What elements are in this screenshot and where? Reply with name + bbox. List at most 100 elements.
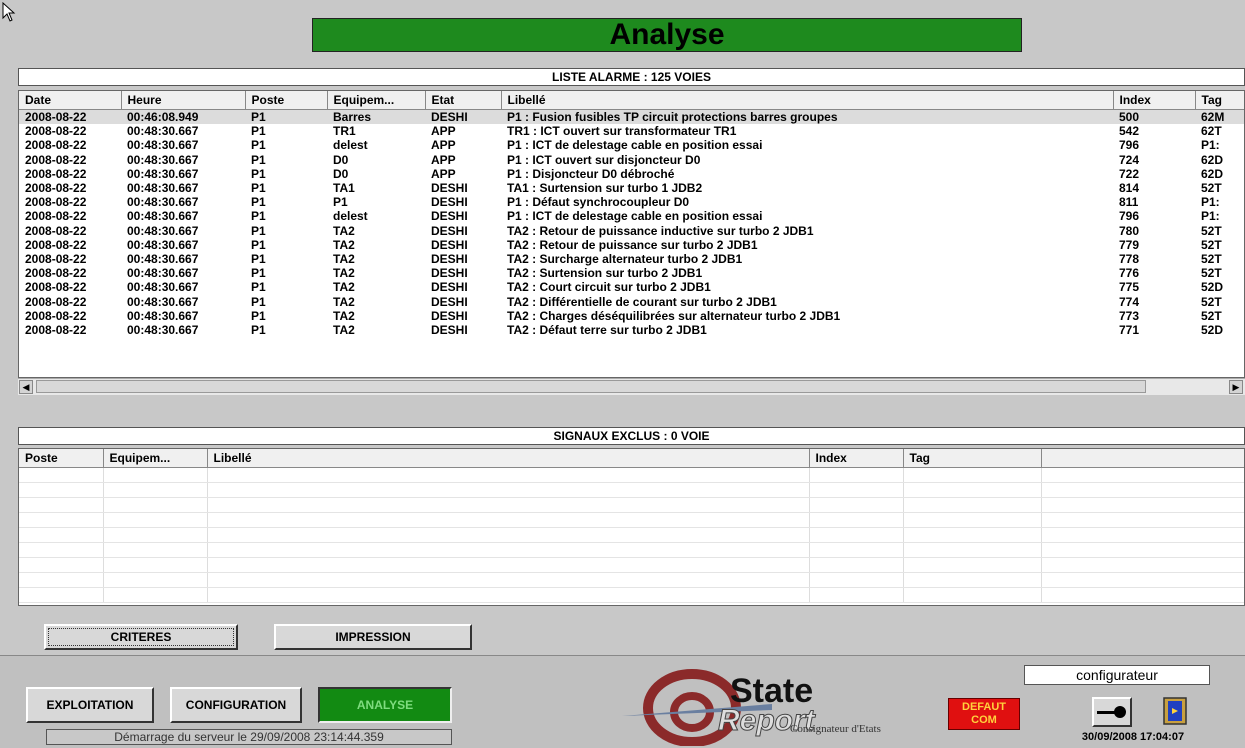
excluded-row[interactable] bbox=[19, 587, 1244, 603]
alarm-row[interactable]: 2008-08-22 00:48:30.667 P1 TA2 DESHI TA2 : Su… bbox=[19, 251, 1244, 266]
criteres-button[interactable]: CRITERES bbox=[44, 624, 238, 650]
excluded-row[interactable] bbox=[19, 542, 1244, 558]
alarm-cell: D0 bbox=[333, 152, 349, 167]
alarm-column-header[interactable]: Date bbox=[19, 91, 122, 110]
alarm-cell: 773 bbox=[1119, 308, 1140, 323]
excluded-cell bbox=[1041, 512, 1244, 528]
excluded-column-header[interactable]: Poste bbox=[19, 449, 104, 468]
alarm-row[interactable]: 2008-08-22 00:48:30.667 P1 D0 APP P1 : ICT ou… bbox=[19, 152, 1244, 167]
excluded-cell bbox=[809, 497, 904, 513]
alarm-row[interactable]: 2008-08-22 00:48:30.667 P1 TA2 DESHI TA2 : Su… bbox=[19, 266, 1244, 281]
alarm-cell: P1 bbox=[251, 223, 266, 238]
alarm-row[interactable]: 2008-08-22 00:48:30.667 P1 TA2 DESHI TA2 : Dé… bbox=[19, 322, 1244, 337]
excluded-column-header[interactable]: Tag bbox=[903, 449, 1042, 468]
excluded-row[interactable] bbox=[19, 497, 1244, 513]
alarm-cell: TA2 : Surtension sur turbo 2 JDB1 bbox=[507, 266, 703, 281]
excluded-cell bbox=[103, 557, 208, 573]
alarm-row[interactable]: 2008-08-22 00:48:30.667 P1 TA1 DESHI TA1 : Su… bbox=[19, 181, 1244, 196]
alarm-row[interactable]: 2008-08-22 00:48:30.667 P1 D0 APP P1 : Disjon… bbox=[19, 166, 1244, 181]
alarm-cell: DESHI bbox=[431, 209, 468, 224]
alarm-row[interactable]: 2008-08-22 00:48:30.667 P1 delest DESHI P1 : … bbox=[19, 209, 1244, 224]
alarm-cell: P1 bbox=[251, 181, 266, 196]
svg-text:Consignateur d'Etats: Consignateur d'Etats bbox=[790, 723, 881, 735]
alarm-column-header[interactable]: Libellé bbox=[501, 91, 1114, 110]
alarm-row[interactable]: 2008-08-22 00:48:30.667 P1 TA2 DESHI TA2 : Co… bbox=[19, 280, 1244, 295]
scroll-thumb[interactable] bbox=[36, 380, 1146, 393]
alarm-cell: 00:48:30.667 bbox=[127, 195, 199, 210]
alarm-cell: 52D bbox=[1201, 322, 1224, 337]
alarm-cell: 774 bbox=[1119, 294, 1140, 309]
alarm-table[interactable]: Date Heure Poste Equipem... Etat Libellé Index… bbox=[18, 90, 1245, 378]
alarm-row[interactable]: 2008-08-22 00:48:30.667 P1 P1 DESHI P1 : Défa… bbox=[19, 195, 1244, 210]
alarm-column-header[interactable]: Heure bbox=[121, 91, 246, 110]
excluded-row[interactable] bbox=[19, 557, 1244, 573]
excluded-column-header[interactable] bbox=[1041, 449, 1244, 468]
alarm-cell: 500 bbox=[1113, 109, 1195, 125]
excluded-cell bbox=[103, 512, 208, 528]
alarm-row[interactable]: 2008-08-22 00:46:08.949 P1 Barres DESHI P1 : … bbox=[19, 109, 1244, 125]
exit-door-icon bbox=[1163, 697, 1187, 725]
alarm-cell: 00:48:30.667 bbox=[127, 209, 199, 224]
alarm-cell: P1 bbox=[251, 237, 266, 252]
alarm-cell: P1 bbox=[251, 124, 266, 139]
alarm-cell: DESHI bbox=[431, 308, 468, 323]
alarm-column-header[interactable]: Tag bbox=[1195, 91, 1244, 110]
excluded-row[interactable] bbox=[19, 572, 1244, 588]
alarm-row[interactable]: 2008-08-22 00:48:30.667 P1 TR1 APP TR1 : ICT … bbox=[19, 124, 1244, 139]
alarm-cell: APP bbox=[431, 152, 456, 167]
alarm-column-header[interactable]: Poste bbox=[245, 91, 328, 110]
alarm-cell: 52T bbox=[1201, 237, 1222, 252]
alarm-cell: TA1 bbox=[333, 181, 355, 196]
alarm-cell: 2008-08-22 bbox=[25, 166, 87, 181]
analyse-button[interactable]: ANALYSE bbox=[318, 687, 452, 723]
excluded-table[interactable]: Poste Equipem... Libellé Index Tag bbox=[18, 448, 1245, 606]
excluded-column-header[interactable]: Index bbox=[809, 449, 904, 468]
login-key-button[interactable] bbox=[1092, 697, 1132, 727]
exploitation-button[interactable]: EXPLOITATION bbox=[26, 687, 154, 723]
alarm-cell: 814 bbox=[1119, 181, 1140, 196]
alarm-cell: 52T bbox=[1201, 308, 1222, 323]
alarm-cell: 780 bbox=[1119, 223, 1140, 238]
excluded-row[interactable] bbox=[19, 527, 1244, 543]
alarm-row[interactable]: 2008-08-22 00:48:30.667 P1 TA2 DESHI TA2 : Re… bbox=[19, 223, 1244, 238]
alarm-horizontal-scrollbar[interactable]: ◀ ▶ bbox=[18, 378, 1245, 395]
excluded-cell bbox=[903, 512, 1042, 528]
alarm-cell: TR1 bbox=[333, 124, 356, 139]
excluded-column-header[interactable]: Equipem... bbox=[103, 449, 208, 468]
alarm-column-header[interactable]: Index bbox=[1113, 91, 1196, 110]
excluded-cell bbox=[903, 467, 1042, 483]
alarm-cell: delest bbox=[333, 209, 368, 224]
configuration-button[interactable]: CONFIGURATION bbox=[170, 687, 302, 723]
alarm-row[interactable]: 2008-08-22 00:48:30.667 P1 delest APP P1 : IC… bbox=[19, 138, 1244, 153]
impression-button[interactable]: IMPRESSION bbox=[274, 624, 472, 650]
excluded-row[interactable] bbox=[19, 512, 1244, 528]
scroll-left-icon[interactable]: ◀ bbox=[19, 380, 33, 394]
excluded-cell bbox=[207, 467, 810, 483]
alarm-cell: P1 bbox=[251, 166, 266, 181]
excluded-cell bbox=[903, 527, 1042, 543]
alarm-cell: Barres bbox=[327, 109, 425, 125]
alarm-row[interactable]: 2008-08-22 00:48:30.667 P1 TA2 DESHI TA2 : Ch… bbox=[19, 308, 1244, 323]
alarm-cell: 52T bbox=[1201, 266, 1222, 281]
alarm-cell: P1 : ICT de delestage cable en position … bbox=[507, 209, 763, 224]
excluded-row[interactable] bbox=[19, 467, 1244, 483]
excluded-column-header[interactable]: Libellé bbox=[207, 449, 810, 468]
excluded-cell bbox=[207, 482, 810, 498]
alarm-cell: P1 bbox=[251, 322, 266, 337]
alarm-cell: 00:48:30.667 bbox=[127, 152, 199, 167]
alarm-cell: DESHI bbox=[431, 280, 468, 295]
scroll-right-icon[interactable]: ▶ bbox=[1229, 380, 1243, 394]
excluded-row[interactable] bbox=[19, 482, 1244, 498]
alarm-cell: 2008-08-22 bbox=[25, 251, 87, 266]
alarm-row[interactable]: 2008-08-22 00:48:30.667 P1 TA2 DESHI TA2 : Di… bbox=[19, 294, 1244, 309]
exit-button[interactable] bbox=[1158, 696, 1194, 728]
excluded-cell bbox=[103, 542, 208, 558]
excluded-cell bbox=[1041, 587, 1244, 603]
excluded-cell bbox=[903, 557, 1042, 573]
alarm-column-header[interactable]: Equipem... bbox=[327, 91, 426, 110]
alarm-cell: 796 bbox=[1119, 138, 1140, 153]
alarm-row[interactable]: 2008-08-22 00:48:30.667 P1 TA2 DESHI TA2 : Re… bbox=[19, 237, 1244, 252]
alarm-column-header[interactable]: Etat bbox=[425, 91, 502, 110]
alarm-cell: P1 bbox=[333, 195, 348, 210]
alarm-cell: 00:48:30.667 bbox=[127, 166, 199, 181]
